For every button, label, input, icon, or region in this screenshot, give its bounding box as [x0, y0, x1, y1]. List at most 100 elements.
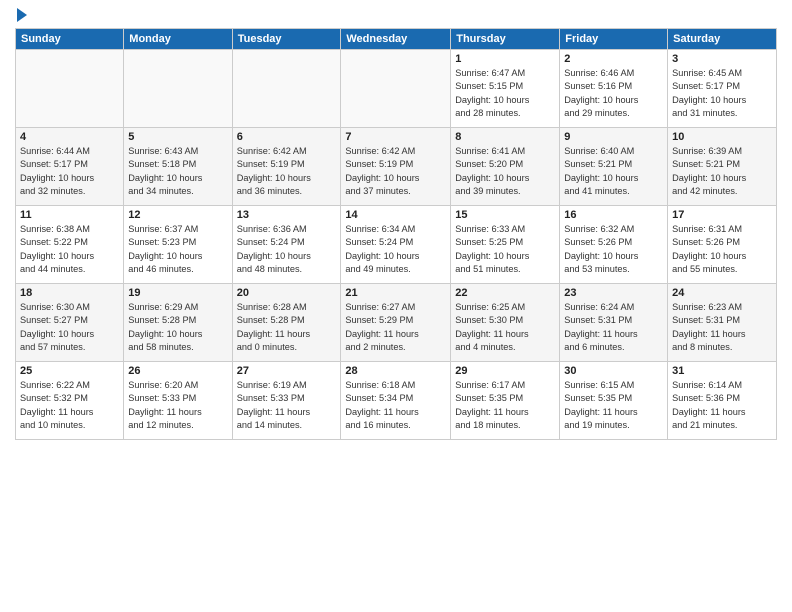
day-number: 20 [237, 287, 337, 299]
day-number: 29 [455, 365, 555, 377]
day-number: 15 [455, 209, 555, 221]
day-number: 16 [564, 209, 663, 221]
calendar-cell: 22 Sunrise: 6:25 AMSunset: 5:30 PMDayligh… [451, 284, 560, 362]
calendar-cell: 1 Sunrise: 6:47 AMSunset: 5:15 PMDaylight… [451, 50, 560, 128]
day-info: Sunrise: 6:43 AMSunset: 5:18 PMDaylight:… [128, 145, 227, 198]
calendar-cell [124, 50, 232, 128]
calendar-header-sunday: Sunday [16, 29, 124, 50]
day-number: 21 [345, 287, 446, 299]
day-number: 26 [128, 365, 227, 377]
day-number: 17 [672, 209, 772, 221]
calendar-cell: 9 Sunrise: 6:40 AMSunset: 5:21 PMDaylight… [560, 128, 668, 206]
day-info: Sunrise: 6:19 AMSunset: 5:33 PMDaylight:… [237, 379, 337, 432]
calendar-cell: 16 Sunrise: 6:32 AMSunset: 5:26 PMDayligh… [560, 206, 668, 284]
day-number: 2 [564, 53, 663, 65]
calendar-week-row: 4 Sunrise: 6:44 AMSunset: 5:17 PMDaylight… [16, 128, 777, 206]
calendar-cell: 3 Sunrise: 6:45 AMSunset: 5:17 PMDaylight… [668, 50, 777, 128]
day-info: Sunrise: 6:42 AMSunset: 5:19 PMDaylight:… [237, 145, 337, 198]
day-info: Sunrise: 6:20 AMSunset: 5:33 PMDaylight:… [128, 379, 227, 432]
day-number: 25 [20, 365, 119, 377]
calendar-cell: 19Sunrise: 6:29 AMSunset: 5:28 PMDayligh… [124, 284, 232, 362]
calendar-cell: 2 Sunrise: 6:46 AMSunset: 5:16 PMDaylight… [560, 50, 668, 128]
day-info: Sunrise: 6:22 AMSunset: 5:32 PMDaylight:… [20, 379, 119, 432]
day-info: Sunrise: 6:38 AMSunset: 5:22 PMDaylight:… [20, 223, 119, 276]
calendar-cell: 28 Sunrise: 6:18 AMSunset: 5:34 PMDayligh… [341, 362, 451, 440]
calendar-cell: 14 Sunrise: 6:34 AMSunset: 5:24 PMDayligh… [341, 206, 451, 284]
calendar-cell: 26 Sunrise: 6:20 AMSunset: 5:33 PMDayligh… [124, 362, 232, 440]
day-number: 24 [672, 287, 772, 299]
day-info: Sunrise: 6:24 AMSunset: 5:31 PMDaylight:… [564, 301, 663, 354]
day-number: 12 [128, 209, 227, 221]
day-number: 19 [128, 287, 227, 299]
calendar-cell: 25 Sunrise: 6:22 AMSunset: 5:32 PMDayligh… [16, 362, 124, 440]
day-number: 28 [345, 365, 446, 377]
header [15, 10, 777, 22]
calendar-cell [16, 50, 124, 128]
day-info: Sunrise: 6:14 AMSunset: 5:36 PMDaylight:… [672, 379, 772, 432]
calendar-header-tuesday: Tuesday [232, 29, 341, 50]
day-number: 27 [237, 365, 337, 377]
day-info: Sunrise: 6:45 AMSunset: 5:17 PMDaylight:… [672, 67, 772, 120]
day-number: 7 [345, 131, 446, 143]
day-info: Sunrise: 6:40 AMSunset: 5:21 PMDaylight:… [564, 145, 663, 198]
calendar-header-friday: Friday [560, 29, 668, 50]
day-number: 1 [455, 53, 555, 65]
calendar-header-monday: Monday [124, 29, 232, 50]
day-number: 6 [237, 131, 337, 143]
calendar-cell [341, 50, 451, 128]
day-info: Sunrise: 6:15 AMSunset: 5:35 PMDaylight:… [564, 379, 663, 432]
day-number: 18 [20, 287, 119, 299]
calendar-cell: 4 Sunrise: 6:44 AMSunset: 5:17 PMDaylight… [16, 128, 124, 206]
calendar-header-saturday: Saturday [668, 29, 777, 50]
calendar-week-row: 25 Sunrise: 6:22 AMSunset: 5:32 PMDayligh… [16, 362, 777, 440]
page: SundayMondayTuesdayWednesdayThursdayFrid… [0, 0, 792, 450]
calendar-cell: 30 Sunrise: 6:15 AMSunset: 5:35 PMDayligh… [560, 362, 668, 440]
calendar-cell: 24Sunrise: 6:23 AMSunset: 5:31 PMDayligh… [668, 284, 777, 362]
calendar-week-row: 18 Sunrise: 6:30 AMSunset: 5:27 PMDayligh… [16, 284, 777, 362]
day-info: Sunrise: 6:31 AMSunset: 5:26 PMDaylight:… [672, 223, 772, 276]
calendar-header-wednesday: Wednesday [341, 29, 451, 50]
day-info: Sunrise: 6:39 AMSunset: 5:21 PMDaylight:… [672, 145, 772, 198]
day-number: 30 [564, 365, 663, 377]
day-info: Sunrise: 6:44 AMSunset: 5:17 PMDaylight:… [20, 145, 119, 198]
day-info: Sunrise: 6:30 AMSunset: 5:27 PMDaylight:… [20, 301, 119, 354]
calendar-cell: 8 Sunrise: 6:41 AMSunset: 5:20 PMDaylight… [451, 128, 560, 206]
day-number: 10 [672, 131, 772, 143]
calendar-cell: 7 Sunrise: 6:42 AMSunset: 5:19 PMDaylight… [341, 128, 451, 206]
logo [15, 10, 27, 22]
calendar-cell: 21Sunrise: 6:27 AMSunset: 5:29 PMDayligh… [341, 284, 451, 362]
calendar-cell: 12 Sunrise: 6:37 AMSunset: 5:23 PMDayligh… [124, 206, 232, 284]
calendar-cell: 23 Sunrise: 6:24 AMSunset: 5:31 PMDayligh… [560, 284, 668, 362]
logo-text [15, 10, 27, 22]
day-number: 4 [20, 131, 119, 143]
calendar-header-row: SundayMondayTuesdayWednesdayThursdayFrid… [16, 29, 777, 50]
day-info: Sunrise: 6:32 AMSunset: 5:26 PMDaylight:… [564, 223, 663, 276]
logo-arrow-icon [17, 8, 27, 22]
day-number: 3 [672, 53, 772, 65]
day-info: Sunrise: 6:34 AMSunset: 5:24 PMDaylight:… [345, 223, 446, 276]
day-number: 8 [455, 131, 555, 143]
calendar-cell: 6 Sunrise: 6:42 AMSunset: 5:19 PMDaylight… [232, 128, 341, 206]
day-info: Sunrise: 6:41 AMSunset: 5:20 PMDaylight:… [455, 145, 555, 198]
day-number: 5 [128, 131, 227, 143]
calendar-cell: 17 Sunrise: 6:31 AMSunset: 5:26 PMDayligh… [668, 206, 777, 284]
day-info: Sunrise: 6:37 AMSunset: 5:23 PMDaylight:… [128, 223, 227, 276]
day-number: 22 [455, 287, 555, 299]
calendar-cell: 31Sunrise: 6:14 AMSunset: 5:36 PMDayligh… [668, 362, 777, 440]
calendar-cell: 13Sunrise: 6:36 AMSunset: 5:24 PMDayligh… [232, 206, 341, 284]
calendar-cell: 29 Sunrise: 6:17 AMSunset: 5:35 PMDayligh… [451, 362, 560, 440]
day-info: Sunrise: 6:36 AMSunset: 5:24 PMDaylight:… [237, 223, 337, 276]
calendar-cell: 5 Sunrise: 6:43 AMSunset: 5:18 PMDaylight… [124, 128, 232, 206]
calendar-week-row: 11Sunrise: 6:38 AMSunset: 5:22 PMDayligh… [16, 206, 777, 284]
calendar-table: SundayMondayTuesdayWednesdayThursdayFrid… [15, 28, 777, 440]
day-info: Sunrise: 6:17 AMSunset: 5:35 PMDaylight:… [455, 379, 555, 432]
day-info: Sunrise: 6:18 AMSunset: 5:34 PMDaylight:… [345, 379, 446, 432]
day-number: 9 [564, 131, 663, 143]
day-number: 14 [345, 209, 446, 221]
day-info: Sunrise: 6:25 AMSunset: 5:30 PMDaylight:… [455, 301, 555, 354]
day-info: Sunrise: 6:42 AMSunset: 5:19 PMDaylight:… [345, 145, 446, 198]
calendar-header-thursday: Thursday [451, 29, 560, 50]
day-info: Sunrise: 6:46 AMSunset: 5:16 PMDaylight:… [564, 67, 663, 120]
day-info: Sunrise: 6:47 AMSunset: 5:15 PMDaylight:… [455, 67, 555, 120]
day-number: 23 [564, 287, 663, 299]
